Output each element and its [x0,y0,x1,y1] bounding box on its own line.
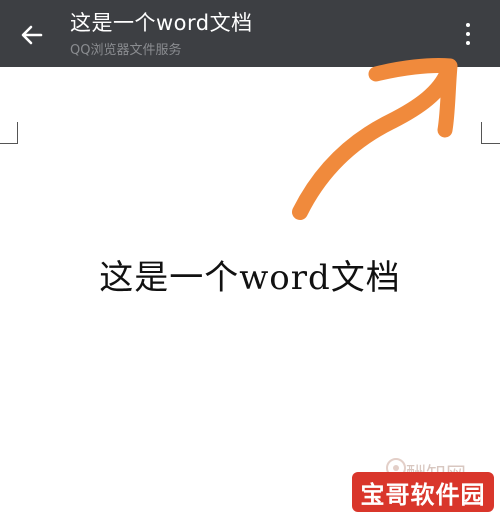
more-options-button[interactable] [454,18,482,50]
more-vertical-icon [466,23,470,27]
arrow-left-icon [21,25,43,45]
back-button[interactable] [10,13,54,57]
document-body-text: 这是一个word文档 [99,258,401,298]
page-margin-corner-left [0,122,18,144]
orange-arrow-annotation [292,58,458,220]
more-vertical-icon-dot [466,32,470,36]
page-margin-corner-right [481,122,500,144]
brand-watermark-badge: 宝哥软件园 [352,472,494,512]
document-title: 这是一个word文档 [70,11,253,35]
more-vertical-icon-dot [466,41,470,45]
